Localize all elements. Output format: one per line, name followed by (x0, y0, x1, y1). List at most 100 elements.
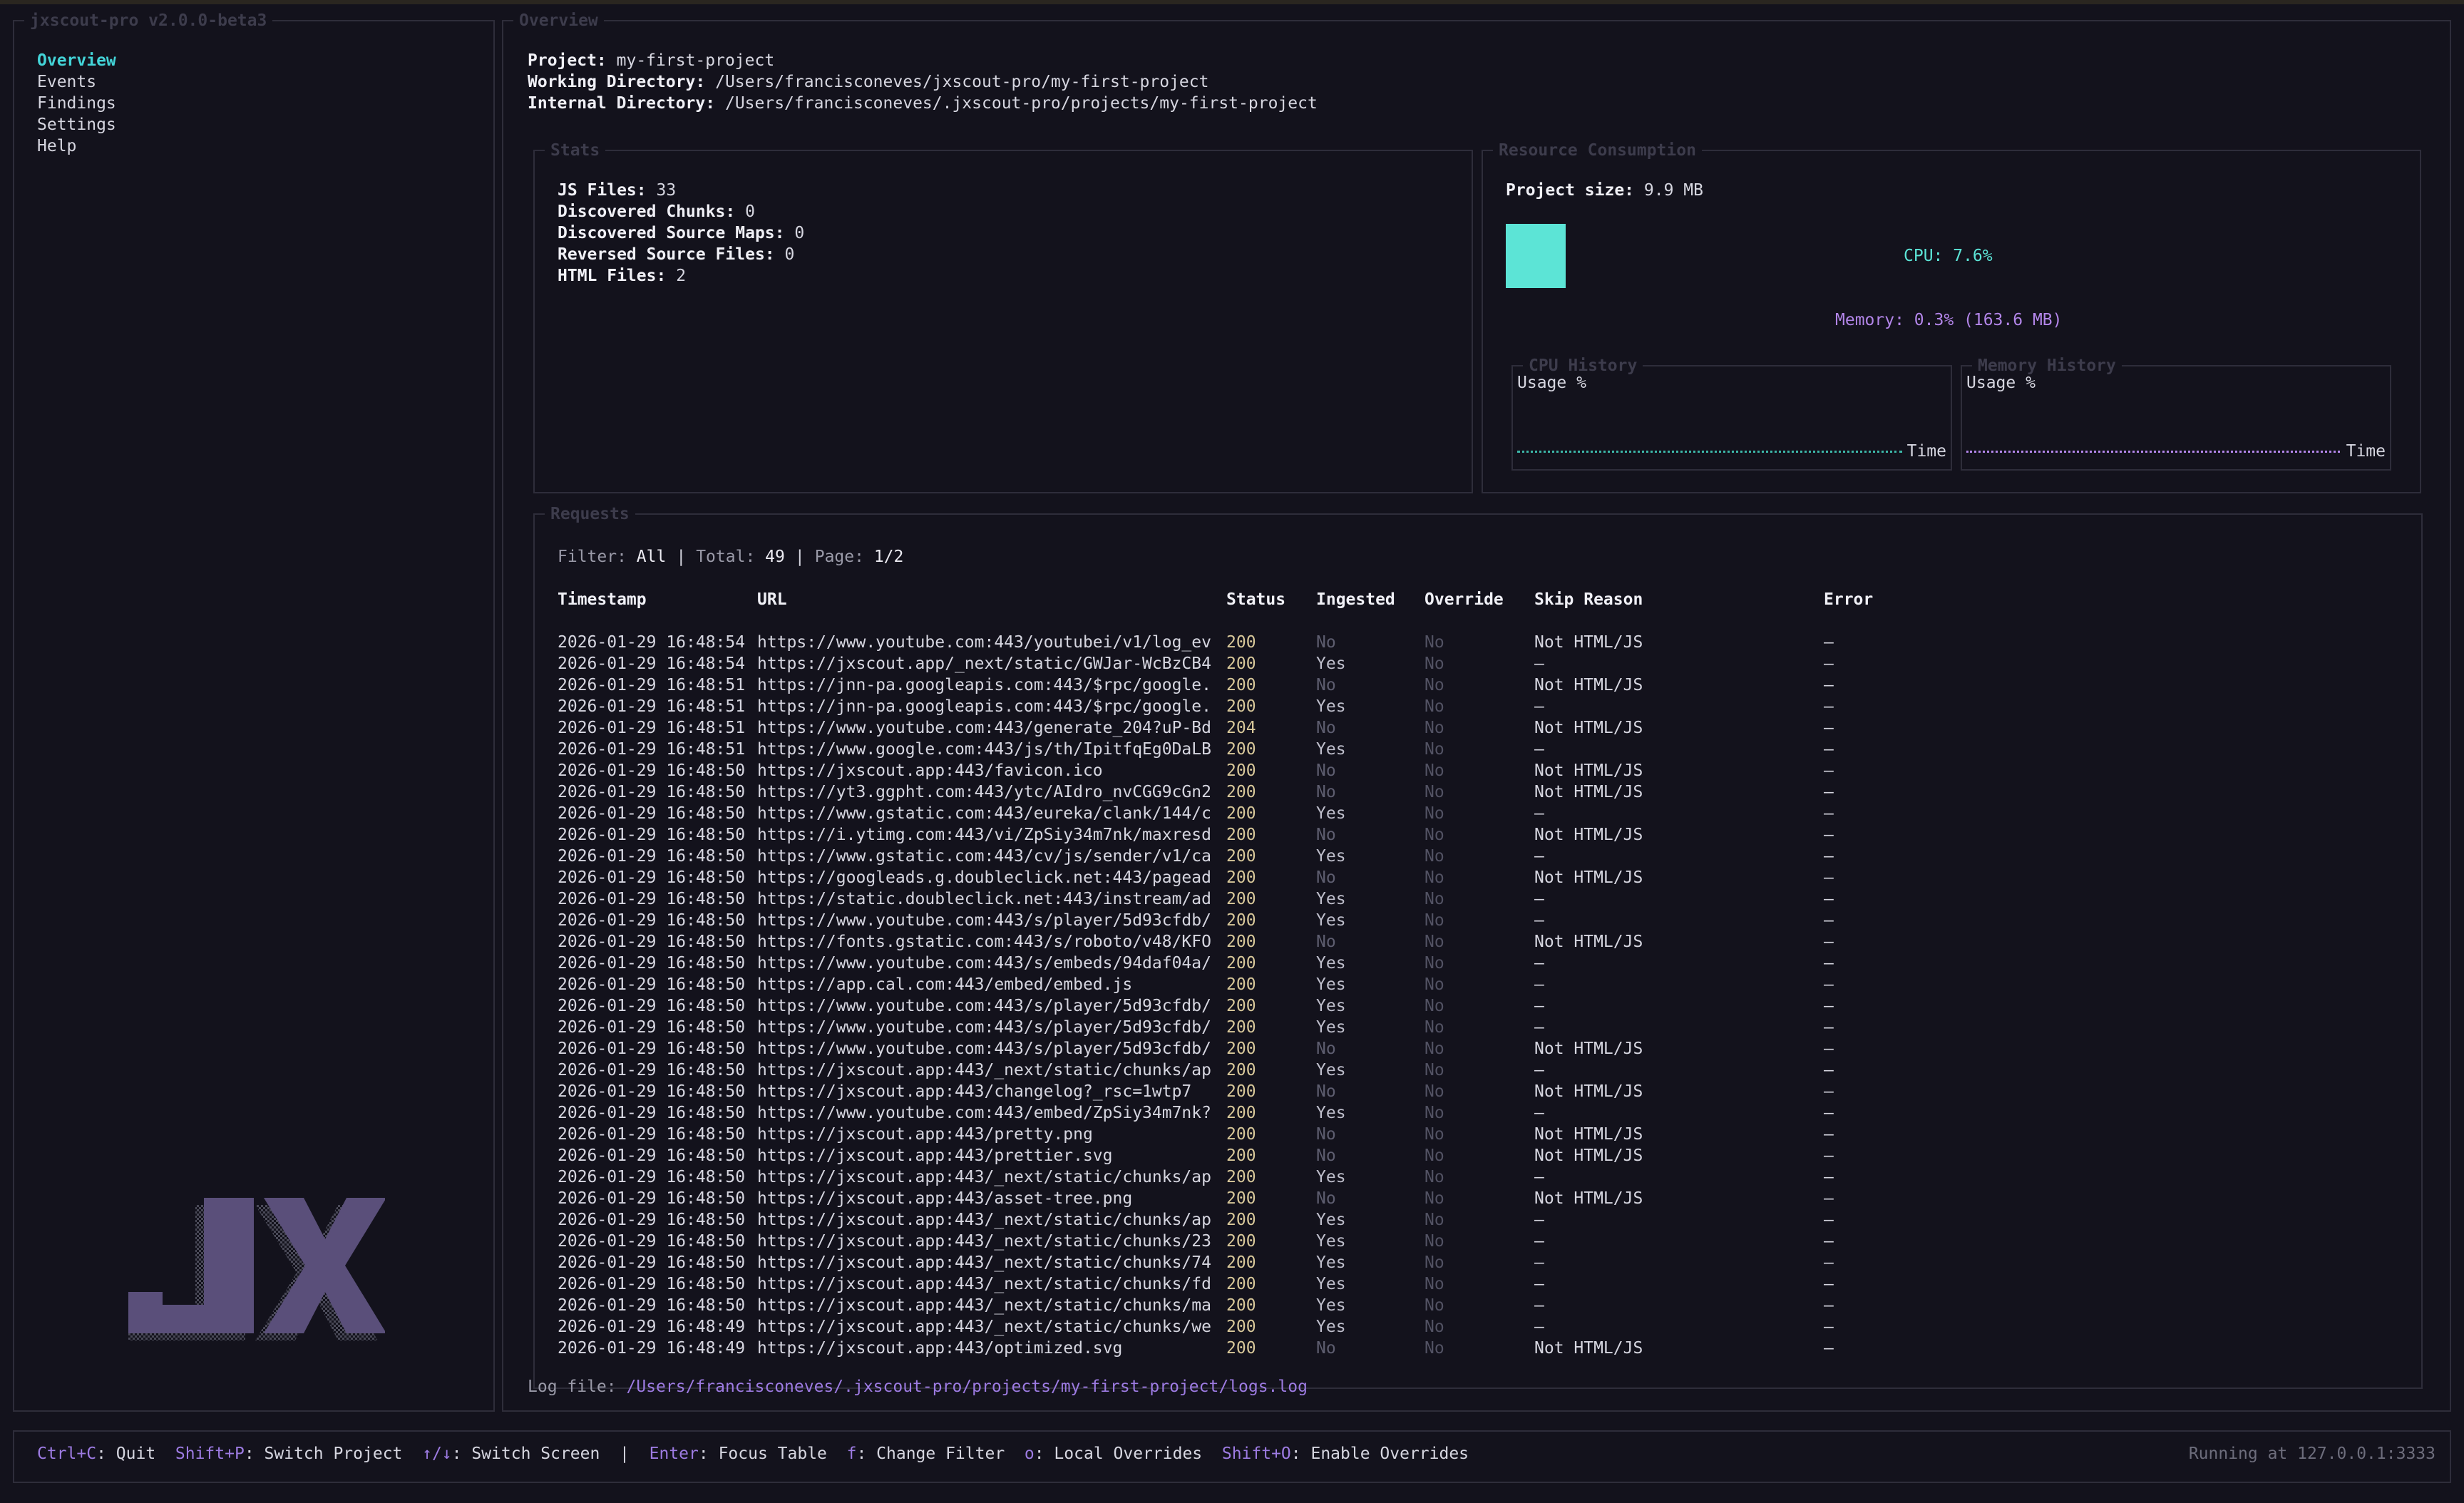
cell-ingested: No (1316, 719, 1336, 737)
table-row[interactable]: 2026-01-29 16:48:50 https://www.youtube.c… (558, 910, 2411, 931)
cell-error: — (1824, 911, 1834, 930)
cell-override: No (1424, 1296, 1444, 1315)
cell-url: https://jxscout.app:443/optimized.svg (757, 1339, 1123, 1358)
window-top-edge (0, 0, 2464, 4)
table-row[interactable]: 2026-01-29 16:48:50 https://www.youtube.c… (558, 953, 2411, 974)
cell-skip-reason: Not HTML/JS (1534, 719, 1643, 737)
table-row[interactable]: 2026-01-29 16:48:51 https://www.youtube.c… (558, 717, 2411, 739)
cell-url: https://www.youtube.com:443/s/player/5d9… (757, 1040, 1211, 1058)
table-row[interactable]: 2026-01-29 16:48:50 https://static.double… (558, 888, 2411, 910)
log-file-path[interactable]: /Users/francisconeves/.jxscout-pro/proje… (626, 1378, 1307, 1396)
cell-ingested: Yes (1316, 1104, 1346, 1122)
cell-skip-reason: — (1534, 911, 1544, 930)
cell-url: https://jxscout.app:443/prettier.svg (757, 1147, 1113, 1165)
cell-ingested: No (1316, 1040, 1336, 1058)
table-row[interactable]: 2026-01-29 16:48:50 https://jxscout.app:4… (558, 1081, 2411, 1102)
cell-skip-reason: — (1534, 1168, 1544, 1186)
table-row[interactable]: 2026-01-29 16:48:50 https://www.youtube.c… (558, 1102, 2411, 1124)
table-row[interactable]: 2026-01-29 16:48:49 https://jxscout.app:4… (558, 1338, 2411, 1359)
table-row[interactable]: 2026-01-29 16:48:50 https://yt3.ggpht.com… (558, 781, 2411, 803)
cell-skip-reason: — (1534, 954, 1544, 973)
table-row[interactable]: 2026-01-29 16:48:50 https://www.gstatic.c… (558, 803, 2411, 824)
table-row[interactable]: 2026-01-29 16:48:50 https://fonts.gstatic… (558, 931, 2411, 953)
cell-ingested: Yes (1316, 847, 1346, 866)
table-row[interactable]: 2026-01-29 16:48:50 https://jxscout.app:4… (558, 1060, 2411, 1081)
column-header-error: Error (1824, 590, 1874, 609)
cell-status: 204 (1226, 719, 1256, 737)
cell-status: 200 (1226, 633, 1256, 652)
cell-url: https://www.youtube.com:443/s/player/5d9… (757, 997, 1211, 1015)
cell-status: 200 (1226, 1253, 1256, 1272)
cell-status: 200 (1226, 1147, 1256, 1165)
table-row[interactable]: 2026-01-29 16:48:50 https://jxscout.app:4… (558, 1166, 2411, 1188)
cell-skip-reason: — (1534, 1318, 1544, 1336)
table-row[interactable]: 2026-01-29 16:48:50 https://jxscout.app:4… (558, 1231, 2411, 1252)
cell-error: — (1824, 1275, 1834, 1293)
cell-ingested: No (1316, 1339, 1336, 1358)
cell-skip-reason: — (1534, 1253, 1544, 1272)
keybinding-key: ↑/↓ (422, 1445, 452, 1463)
cell-ingested: Yes (1316, 1232, 1346, 1251)
column-header-url: URL (757, 590, 787, 609)
cell-url: https://jxscout.app:443/favicon.ico (757, 761, 1103, 780)
overview-panel: Overview Project: my-first-project Worki… (502, 10, 2451, 1412)
separator: | (794, 548, 805, 566)
cell-skip-reason: — (1534, 697, 1544, 716)
table-row[interactable]: 2026-01-29 16:48:50 https://jxscout.app:4… (558, 1252, 2411, 1273)
table-row[interactable]: 2026-01-29 16:48:50 https://i.ytimg.com:4… (558, 824, 2411, 846)
cell-override: No (1424, 1232, 1444, 1251)
table-row[interactable]: 2026-01-29 16:48:54 https://jxscout.app/_… (558, 653, 2411, 674)
table-row[interactable]: 2026-01-29 16:48:50 https://googleads.g.d… (558, 867, 2411, 888)
table-row[interactable]: 2026-01-29 16:48:50 https://app.cal.com:4… (558, 974, 2411, 995)
keybinding-key: Ctrl+C (37, 1445, 97, 1463)
table-row[interactable]: 2026-01-29 16:48:50 https://www.youtube.c… (558, 1017, 2411, 1038)
cell-error: — (1824, 868, 1834, 887)
table-row[interactable]: 2026-01-29 16:48:50 https://jxscout.app:4… (558, 1124, 2411, 1145)
keybinding-action: : Switch Project (244, 1445, 403, 1463)
column-header-timestamp: Timestamp (558, 590, 647, 609)
cell-ingested: No (1316, 868, 1336, 887)
sidebar-item-help[interactable]: Help (37, 135, 116, 157)
cell-url: https://www.youtube.com:443/s/embeds/94d… (757, 954, 1211, 973)
cell-url: https://www.youtube.com:443/s/player/5d9… (757, 911, 1211, 930)
cell-status: 200 (1226, 826, 1256, 844)
table-row[interactable]: 2026-01-29 16:48:50 https://jxscout.app:4… (558, 760, 2411, 781)
table-row[interactable]: 2026-01-29 16:48:49 https://jxscout.app:4… (558, 1316, 2411, 1338)
table-row[interactable]: 2026-01-29 16:48:50 https://jxscout.app:4… (558, 1295, 2411, 1316)
keybinding-action: : Local Overrides (1034, 1445, 1203, 1463)
cell-timestamp: 2026-01-29 16:48:54 (558, 633, 746, 652)
table-row[interactable]: 2026-01-29 16:48:50 https://www.youtube.c… (558, 995, 2411, 1017)
sidebar-item-events[interactable]: Events (37, 71, 116, 93)
cell-override: No (1424, 1168, 1444, 1186)
cell-override: No (1424, 1339, 1444, 1358)
cell-skip-reason: — (1534, 975, 1544, 994)
sidebar-item-findings[interactable]: Findings (37, 93, 116, 114)
cell-error: — (1824, 1147, 1834, 1165)
cpu-usage-bar (1506, 224, 1566, 288)
filter-value[interactable]: All (637, 548, 667, 566)
cell-override: No (1424, 1061, 1444, 1079)
table-row[interactable]: 2026-01-29 16:48:51 https://jnn-pa.google… (558, 674, 2411, 696)
table-row[interactable]: 2026-01-29 16:48:50 https://jxscout.app:4… (558, 1273, 2411, 1295)
cpu-history-chart: CPU History Usage % Time (1511, 355, 1952, 471)
total-label: Total: (696, 548, 756, 566)
keybinding-key: f (846, 1445, 857, 1463)
cell-error: — (1824, 1232, 1834, 1251)
table-row[interactable]: 2026-01-29 16:48:54 https://www.youtube.c… (558, 632, 2411, 653)
keybinding-footer: Ctrl+C: Quit Shift+P: Switch Project ↑/↓… (13, 1430, 2451, 1483)
table-row[interactable]: 2026-01-29 16:48:50 https://jxscout.app:4… (558, 1209, 2411, 1231)
cell-skip-reason: — (1534, 804, 1544, 823)
cell-error: — (1824, 676, 1834, 694)
table-row[interactable]: 2026-01-29 16:48:51 https://www.google.co… (558, 739, 2411, 760)
cell-url: https://i.ytimg.com:443/vi/ZpSiy34m7nk/m… (757, 826, 1211, 844)
table-row[interactable]: 2026-01-29 16:48:50 https://www.youtube.c… (558, 1038, 2411, 1060)
sidebar-item-overview[interactable]: Overview (37, 50, 116, 71)
sidebar-item-settings[interactable]: Settings (37, 114, 116, 135)
stat-row: Discovered Source Maps: 0 (558, 222, 804, 244)
table-row[interactable]: 2026-01-29 16:48:50 https://jxscout.app:4… (558, 1145, 2411, 1166)
cpu-history-ylabel: Usage % (1517, 374, 1586, 392)
table-row[interactable]: 2026-01-29 16:48:51 https://jnn-pa.google… (558, 696, 2411, 717)
table-row[interactable]: 2026-01-29 16:48:50 https://www.gstatic.c… (558, 846, 2411, 867)
cell-error: — (1824, 933, 1834, 951)
table-row[interactable]: 2026-01-29 16:48:50 https://jxscout.app:4… (558, 1188, 2411, 1209)
